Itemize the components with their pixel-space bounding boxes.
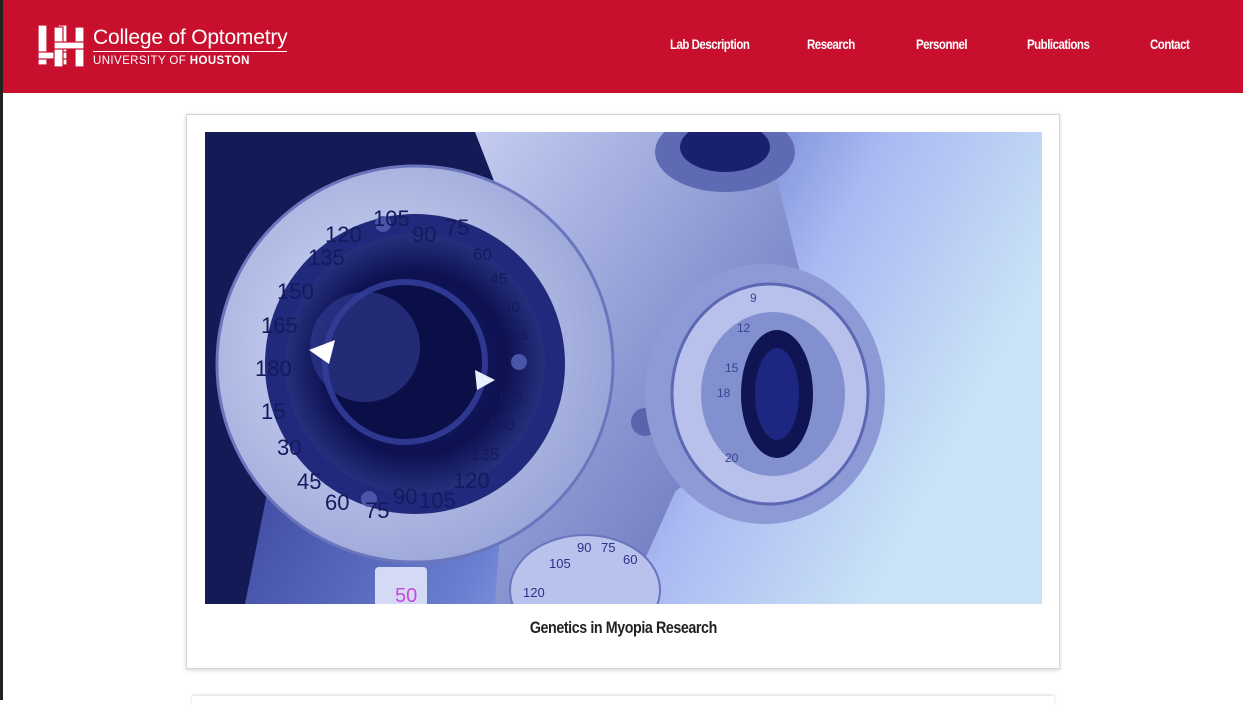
- nav-lab-description[interactable]: Lab Description: [670, 36, 750, 52]
- svg-text:15: 15: [725, 361, 739, 375]
- svg-text:18: 18: [717, 386, 731, 400]
- nav-research[interactable]: Research: [807, 36, 855, 52]
- svg-text:20: 20: [725, 451, 739, 465]
- university-name: UNIVERSITY OF HOUSTON: [93, 55, 250, 67]
- svg-text:135: 135: [308, 245, 345, 270]
- hero-image: 18 15 12 9 20 120 105 90 75 60 45 30 15 …: [205, 132, 1042, 604]
- svg-text:75: 75: [445, 215, 469, 240]
- svg-text:135: 135: [471, 445, 499, 464]
- svg-text:90: 90: [393, 484, 417, 509]
- hero-caption: Genetics in Myopia Research: [529, 618, 717, 637]
- svg-text:75: 75: [601, 540, 615, 555]
- svg-text:60: 60: [623, 552, 637, 567]
- feature-card: 18 15 12 9 20 120 105 90 75 60 45 30 15 …: [186, 114, 1060, 669]
- svg-text:30: 30: [277, 435, 301, 460]
- svg-text:90: 90: [577, 540, 591, 555]
- svg-text:105: 105: [549, 556, 571, 571]
- nav-publications[interactable]: Publications: [1027, 36, 1090, 52]
- svg-text:15: 15: [261, 399, 285, 424]
- nav-personnel[interactable]: Personnel: [916, 36, 968, 52]
- main-dial: 120 105 90 75 60 45 30 15 135 150 165 18…: [215, 164, 615, 564]
- site-header: College of Optometry UNIVERSITY OF HOUST…: [3, 0, 1243, 93]
- next-card-edge: [192, 696, 1054, 706]
- svg-text:9: 9: [750, 291, 757, 305]
- svg-text:90: 90: [412, 222, 436, 247]
- svg-text:12: 12: [737, 321, 751, 335]
- svg-text:50: 50: [395, 585, 417, 604]
- phoropter-illustration: 18 15 12 9 20 120 105 90 75 60 45 30 15 …: [205, 132, 1042, 604]
- svg-text:165: 165: [261, 313, 298, 338]
- right-lens-turret: 18 15 12 9 20: [645, 264, 885, 524]
- svg-text:60: 60: [325, 490, 349, 515]
- svg-text:120: 120: [523, 585, 545, 600]
- svg-text:120: 120: [325, 222, 362, 247]
- svg-text:75: 75: [365, 498, 389, 523]
- main-nav: Lab Description Research Personnel Publi…: [3, 36, 1243, 56]
- svg-text:105: 105: [419, 488, 456, 513]
- svg-text:120: 120: [453, 468, 490, 493]
- svg-text:105: 105: [373, 206, 410, 231]
- svg-text:60: 60: [473, 245, 492, 264]
- svg-text:30: 30: [503, 299, 520, 316]
- svg-text:165: 165: [497, 389, 522, 406]
- svg-text:150: 150: [277, 279, 314, 304]
- svg-text:150: 150: [488, 417, 515, 434]
- svg-text:45: 45: [297, 469, 321, 494]
- nav-contact[interactable]: Contact: [1150, 36, 1190, 52]
- svg-text:180: 180: [255, 356, 292, 381]
- window-edge: [0, 0, 3, 700]
- svg-text:45: 45: [490, 271, 508, 288]
- svg-text:15: 15: [513, 327, 529, 343]
